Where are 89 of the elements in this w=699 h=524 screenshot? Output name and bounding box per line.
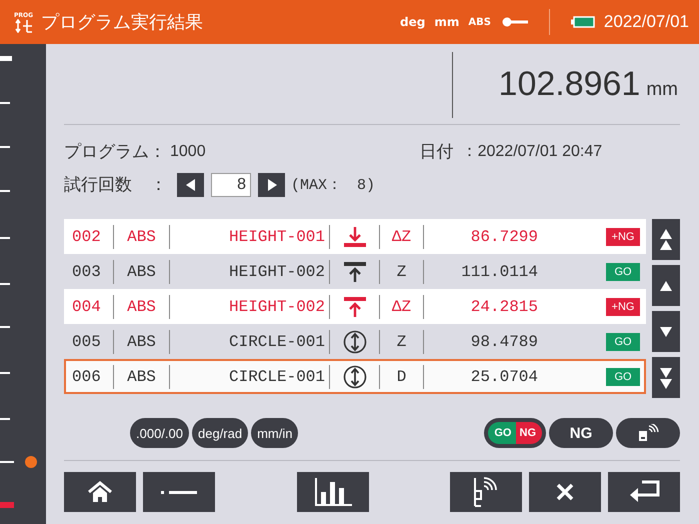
circle-diameter-icon <box>342 364 366 388</box>
judgement-badge: GO <box>606 368 640 386</box>
measured-value: 25.0704 <box>470 366 538 388</box>
double-up-icon <box>659 228 673 252</box>
mode-cell: ABS <box>114 260 170 284</box>
row-number: 006 <box>66 364 114 388</box>
return-button[interactable] <box>608 472 680 512</box>
status-text: mm <box>434 15 460 29</box>
row-number: 002 <box>66 224 114 248</box>
measured-value: 86.7299 <box>470 226 538 248</box>
mode-cell: ABS <box>114 224 170 248</box>
axis-cell: ΔZ <box>380 294 424 318</box>
scroll-bottom-button[interactable] <box>652 357 680 398</box>
axis-cell: ΔZ <box>380 224 424 248</box>
dot-dash-line-icon <box>161 489 197 495</box>
measured-value: 98.4789 <box>470 332 538 352</box>
row-number: 004 <box>66 294 114 318</box>
battery-icon <box>570 16 595 28</box>
top-surface-icon <box>342 296 366 318</box>
measurement-value: 102.8961 <box>498 64 640 104</box>
result-row[interactable]: 005 ABS CIRCLE-001 Z 98.4789 GO <box>64 324 646 359</box>
bar-chart-button[interactable] <box>296 472 368 512</box>
colon-text: ： <box>150 174 167 196</box>
result-row[interactable]: 004 ABS HEIGHT-002 ΔZ 24.2815 +NG <box>64 289 646 324</box>
max-label: (MAX： 8) <box>291 176 376 194</box>
date-value: ：2022/07/01 20:47 <box>462 142 602 162</box>
date-label: 日付 <box>420 141 454 163</box>
status-text: deg <box>400 15 426 29</box>
circle-diameter-icon <box>342 330 366 354</box>
go-label: GO <box>488 422 516 444</box>
item-name: HEIGHT-002 <box>170 260 330 284</box>
trial-label: 試行回数 <box>64 174 132 196</box>
measured-value: 111.0114 <box>460 262 538 282</box>
result-row[interactable]: 002 ABS HEIGHT-001 ΔZ 86.7299 +NG <box>64 219 646 254</box>
program-label: プログラム： <box>64 141 166 163</box>
home-icon <box>87 481 113 503</box>
scroll-down-button[interactable] <box>652 311 680 352</box>
close-button[interactable] <box>529 472 601 512</box>
judgement-badge: +NG <box>606 298 640 316</box>
line-style-button[interactable] <box>143 472 215 512</box>
axis-cell: D <box>380 364 424 388</box>
wireless-button[interactable] <box>616 418 680 448</box>
result-row[interactable]: 003 ABS HEIGHT-002 Z 111.0114 GO <box>64 254 646 289</box>
mode-cell: ABS <box>114 364 170 388</box>
item-name: HEIGHT-002 <box>170 294 330 318</box>
unit-label: mm <box>646 78 678 100</box>
top-surface-icon <box>342 260 366 282</box>
scroll-top-button[interactable] <box>652 219 680 260</box>
format-toggle-button[interactable]: deg/rad <box>192 418 248 448</box>
date-text: 2022/07/01 <box>604 12 689 32</box>
scroll-up-button[interactable] <box>652 265 680 306</box>
program-number: 1000 <box>170 142 206 160</box>
ng-button[interactable]: NG <box>549 418 613 448</box>
left-triangle-icon <box>186 178 196 190</box>
down-triangle-icon <box>659 326 673 338</box>
status-text: ABS <box>468 16 491 28</box>
double-down-icon <box>659 366 673 390</box>
trial-count-field[interactable]: 8 <box>211 172 251 196</box>
decrement-button[interactable] <box>177 172 204 196</box>
format-toggle-button[interactable]: .000/.00 <box>130 418 189 448</box>
measured-value: 24.2815 <box>470 296 538 318</box>
row-number: 005 <box>66 330 114 354</box>
window-title: プログラム実行結果 <box>41 11 204 34</box>
format-toggle-button[interactable]: mm/in <box>251 418 298 448</box>
bar-chart-icon <box>314 478 352 506</box>
row-number: 003 <box>66 260 114 284</box>
bottom-surface-icon <box>342 226 366 248</box>
increment-button[interactable] <box>258 172 285 196</box>
home-button[interactable] <box>64 472 136 512</box>
item-name: HEIGHT-001 <box>170 224 330 248</box>
key-icon <box>502 17 528 27</box>
mode-cell: ABS <box>114 330 170 354</box>
judgement-badge: +NG <box>606 228 640 246</box>
close-icon <box>556 483 574 501</box>
wireless-device-button[interactable] <box>450 472 522 512</box>
mode-cell: ABS <box>114 294 170 318</box>
wireless-device-icon <box>637 424 659 442</box>
right-triangle-icon <box>266 178 276 190</box>
item-name: CIRCLE-001 <box>170 364 330 388</box>
axis-cell: Z <box>380 260 424 284</box>
judgement-badge: GO <box>606 262 640 280</box>
ng-label: NG <box>516 422 542 444</box>
axis-cell: Z <box>380 330 424 354</box>
result-row[interactable]: 006 ABS CIRCLE-001 D 25.0704 GO <box>64 359 646 394</box>
item-name: CIRCLE-001 <box>170 330 330 354</box>
up-triangle-icon <box>659 280 673 292</box>
return-icon <box>628 480 660 504</box>
judgement-badge: GO <box>606 332 640 350</box>
go-ng-toggle[interactable]: GO NG <box>484 418 546 448</box>
